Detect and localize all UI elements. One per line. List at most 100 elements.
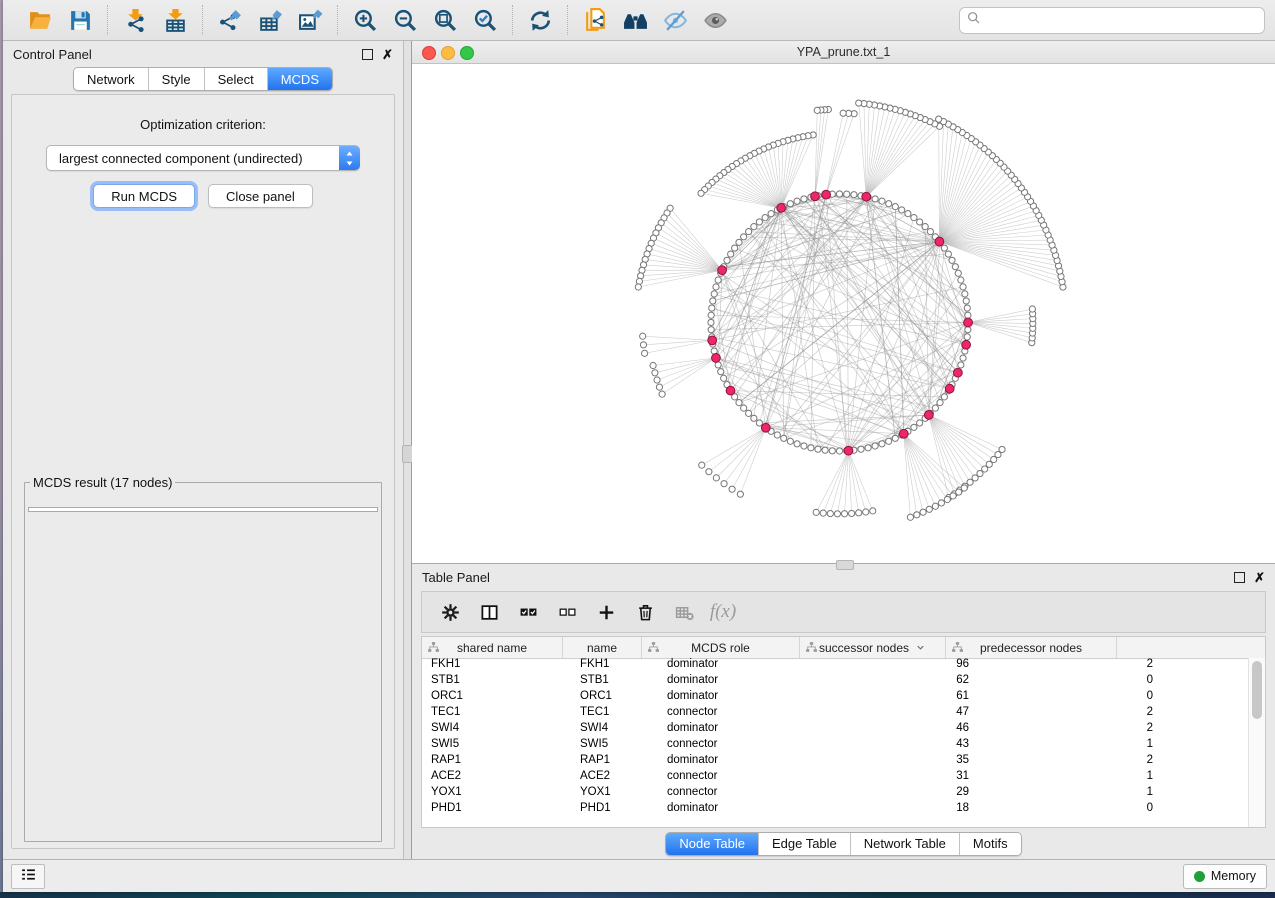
table-cell: 31 (824, 770, 983, 786)
search-field[interactable] (959, 7, 1265, 34)
column-header-name[interactable]: name (563, 637, 642, 658)
table-row[interactable]: FKH1FKH1dominator962 (422, 658, 1249, 674)
control-panel: Control Panel ✗ NetworkStyleSelectMCDS O… (3, 41, 403, 859)
zoom-in-icon (353, 8, 378, 33)
control-panel-tabs: NetworkStyleSelectMCDS (73, 67, 333, 91)
run-mcds-button[interactable]: Run MCDS (93, 184, 195, 208)
refresh-icon (528, 8, 553, 33)
first-neighbors-button[interactable] (617, 4, 653, 36)
delete-column-button[interactable] (629, 597, 661, 627)
table-row[interactable]: YOX1YOX1connector291 (422, 786, 1249, 802)
save-icon (68, 8, 93, 33)
memory-button[interactable]: Memory (1183, 864, 1267, 889)
horizontal-splitter-handle[interactable] (836, 560, 854, 570)
export-network-button[interactable] (212, 4, 248, 36)
main-toolbar (3, 0, 1275, 41)
tab-style[interactable]: Style (149, 68, 205, 90)
zoom-fit-button[interactable] (427, 4, 463, 36)
toggle-panel-layout-button[interactable] (473, 597, 505, 627)
zoom-fit-icon (433, 8, 458, 33)
table-cell: 1 (983, 738, 1167, 754)
table-scrollbar-thumb[interactable] (1252, 661, 1262, 719)
tab-select[interactable]: Select (205, 68, 268, 90)
export-table-icon (258, 8, 283, 33)
zoom-selected-button[interactable] (467, 4, 503, 36)
table-row[interactable]: PHD1PHD1dominator180 (422, 802, 1249, 818)
table-row[interactable]: TEC1TEC1connector472 (422, 706, 1249, 722)
sort-indicator-icon[interactable] (915, 642, 926, 653)
window-maximize-button[interactable] (460, 46, 474, 60)
network-view-window: YPA_prune.txt_1 (412, 41, 1275, 564)
toolbar-group (568, 5, 742, 35)
table-cell: 29 (824, 786, 983, 802)
mcds-result-list[interactable]: PHD1CAR1STP4TID3YOX1SWI4SRD1PMA2FKH1ACE2… (28, 507, 378, 512)
clone-network-button[interactable] (577, 4, 613, 36)
deselect-all-rows-button[interactable] (551, 597, 583, 627)
table-cell: STB1 (571, 674, 658, 690)
save-session-button[interactable] (62, 4, 98, 36)
table-row[interactable]: ACE2ACE2connector311 (422, 770, 1249, 786)
table-scrollbar[interactable] (1248, 658, 1265, 827)
tab-network-table[interactable]: Network Table (851, 833, 960, 855)
table-cell: RAP1 (571, 754, 658, 770)
tab-network[interactable]: Network (74, 68, 149, 90)
table-row[interactable]: SWI4SWI4dominator462 (422, 722, 1249, 738)
table-row[interactable]: RAP1RAP1dominator352 (422, 754, 1249, 770)
tab-node-table[interactable]: Node Table (666, 833, 759, 855)
column-settings-button[interactable] (434, 597, 466, 627)
tab-mcds[interactable]: MCDS (268, 68, 332, 90)
table-cell: connector (658, 770, 824, 786)
table-cell: 61 (824, 690, 983, 706)
toolbar-group (338, 5, 513, 35)
table-cell: 1 (983, 770, 1167, 786)
hide-selected-button[interactable] (657, 4, 693, 36)
table-cell: dominator (658, 658, 824, 674)
column-header-MCDS-role[interactable]: MCDS role (642, 637, 800, 658)
refresh-view-button[interactable] (522, 4, 558, 36)
eye-slash-icon (663, 8, 688, 33)
search-input[interactable] (986, 10, 1258, 30)
show-all-button[interactable] (697, 4, 733, 36)
tab-motifs[interactable]: Motifs (960, 833, 1021, 855)
float-panel-icon[interactable] (362, 49, 373, 60)
table-cell: SWI5 (422, 738, 571, 754)
window-close-button[interactable] (422, 46, 436, 60)
export-image-button[interactable] (292, 4, 328, 36)
table-cell: 46 (824, 722, 983, 738)
column-label: shared name (457, 641, 527, 655)
vertical-splitter[interactable] (403, 41, 412, 859)
task-history-button[interactable] (11, 864, 45, 889)
close-panel-icon[interactable]: ✗ (382, 48, 393, 61)
export-table-button[interactable] (252, 4, 288, 36)
select-all-rows-button[interactable] (512, 597, 544, 627)
import-table-button[interactable] (157, 4, 193, 36)
criterion-dropdown[interactable]: largest connected component (undirected) (46, 145, 360, 171)
table-cell: TEC1 (571, 706, 658, 722)
zoom-out-button[interactable] (387, 4, 423, 36)
window-minimize-button[interactable] (441, 46, 455, 60)
import-network-button[interactable] (117, 4, 153, 36)
open-file-button[interactable] (22, 4, 58, 36)
cytoscape-window: Control Panel ✗ NetworkStyleSelectMCDS O… (3, 0, 1275, 892)
table-cell: STB1 (422, 674, 571, 690)
add-column-button[interactable] (590, 597, 622, 627)
close-mcds-panel-button[interactable]: Close panel (208, 184, 313, 208)
column-header-successor-nodes[interactable]: successor nodes (800, 637, 946, 658)
namespace-icon (427, 641, 440, 654)
column-header-shared-name[interactable]: shared name (422, 637, 563, 658)
table-row[interactable]: STB1STB1dominator620 (422, 674, 1249, 690)
table-row[interactable]: ORC1ORC1dominator610 (422, 690, 1249, 706)
network-canvas[interactable] (412, 64, 1275, 563)
close-table-panel-icon[interactable]: ✗ (1254, 571, 1265, 584)
network-window-titlebar: YPA_prune.txt_1 (412, 41, 1275, 64)
table-row[interactable]: SWI5SWI5connector431 (422, 738, 1249, 754)
column-header-predecessor-nodes[interactable]: predecessor nodes (946, 637, 1117, 658)
table-cell: SWI4 (422, 722, 571, 738)
delete-table-icon (675, 603, 694, 622)
mcds-result-item[interactable]: PHD1 (35, 511, 377, 512)
zoom-in-button[interactable] (347, 4, 383, 36)
float-table-panel-icon[interactable] (1234, 572, 1245, 583)
tab-edge-table[interactable]: Edge Table (759, 833, 851, 855)
table-panel: Table Panel ✗ f(x) shared namenameMCDS r… (412, 564, 1275, 859)
table-cell: dominator (658, 722, 824, 738)
